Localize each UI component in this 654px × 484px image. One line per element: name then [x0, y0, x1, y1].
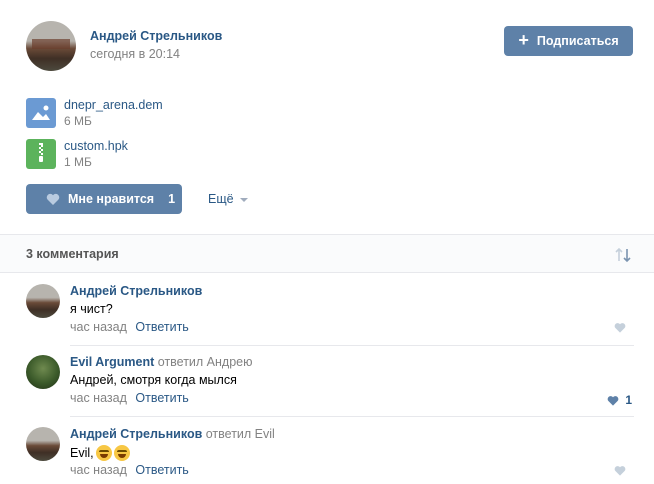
heart-icon	[614, 323, 626, 333]
heart-icon	[46, 193, 60, 205]
heart-icon	[607, 395, 619, 406]
file-attachment[interactable]: dnepr_arena.dem 6 МБ	[26, 98, 326, 128]
comment: Evil Argument ответил Андрею Андрей, смо…	[26, 355, 634, 425]
like-label: Мне нравится	[68, 192, 155, 206]
file-name[interactable]: dnepr_arena.dem	[64, 98, 163, 112]
comments-header: 3 комментария	[0, 234, 654, 273]
file-attachment[interactable]: custom.hpk 1 МБ	[26, 139, 326, 169]
more-label: Ещё	[208, 192, 234, 206]
laughing-emoji-icon	[95, 445, 112, 461]
comment-like-count: 1	[625, 393, 632, 407]
comment-author-line: Андрей Стрельников ответил Evil	[70, 427, 275, 441]
plus-icon: +	[518, 30, 529, 50]
comment-reply-to: ответил Evil	[205, 427, 275, 441]
comment-time[interactable]: час назад	[70, 463, 127, 477]
subscribe-label: Подписаться	[536, 34, 619, 48]
comment-author[interactable]: Андрей Стрельников	[70, 284, 202, 298]
like-count: 1	[168, 192, 176, 206]
comment: Андрей Стрельников я чист? час назад Отв…	[26, 284, 634, 354]
sort-icon[interactable]	[614, 247, 634, 263]
reply-link[interactable]: Ответить	[135, 320, 188, 334]
comment: Андрей Стрельников ответил Evil Evil, ча…	[26, 427, 634, 484]
comment-avatar[interactable]	[26, 427, 60, 461]
heart-icon	[614, 466, 626, 476]
archive-file-icon	[26, 139, 56, 169]
comment-reply-to: ответил Андрею	[157, 355, 253, 369]
comment-like-button[interactable]	[614, 322, 632, 333]
comment-like-button[interactable]: 1	[607, 393, 632, 407]
comment-author-line: Андрей Стрельников	[70, 284, 202, 298]
comment-text-line: Evil,	[70, 445, 130, 461]
comment-meta: час назад Ответить	[70, 463, 189, 477]
comment-like-button[interactable]	[614, 465, 632, 476]
divider	[70, 416, 634, 417]
comment-author-line: Evil Argument ответил Андрею	[70, 355, 253, 369]
file-size: 6 МБ	[64, 114, 92, 128]
post-date[interactable]: сегодня в 20:14	[90, 47, 180, 61]
subscribe-button[interactable]: + Подписаться	[504, 26, 633, 56]
comment-text: я чист?	[70, 302, 113, 316]
like-button[interactable]: Мне нравится 1	[26, 184, 182, 214]
comment-author[interactable]: Андрей Стрельников	[70, 427, 202, 441]
post-author[interactable]: Андрей Стрельников	[90, 29, 222, 43]
comment-avatar[interactable]	[26, 355, 60, 389]
author-avatar[interactable]	[26, 21, 76, 71]
comment-avatar[interactable]	[26, 284, 60, 318]
comment-text: Андрей, смотря когда мылся	[70, 373, 237, 387]
comment-text: Evil,	[70, 446, 94, 460]
comment-author[interactable]: Evil Argument	[70, 355, 154, 369]
more-button[interactable]: Ещё	[208, 192, 248, 206]
file-size: 1 МБ	[64, 155, 92, 169]
reply-link[interactable]: Ответить	[135, 391, 188, 405]
image-file-icon	[26, 98, 56, 128]
comment-meta: час назад Ответить	[70, 391, 189, 405]
comment-meta: час назад Ответить	[70, 320, 189, 334]
comments-count: 3 комментария	[26, 247, 119, 261]
comment-time[interactable]: час назад	[70, 320, 127, 334]
reply-link[interactable]: Ответить	[135, 463, 188, 477]
divider	[70, 345, 634, 346]
comment-time[interactable]: час назад	[70, 391, 127, 405]
laughing-emoji-icon	[113, 445, 130, 461]
chevron-down-icon	[239, 198, 248, 202]
file-name[interactable]: custom.hpk	[64, 139, 128, 153]
